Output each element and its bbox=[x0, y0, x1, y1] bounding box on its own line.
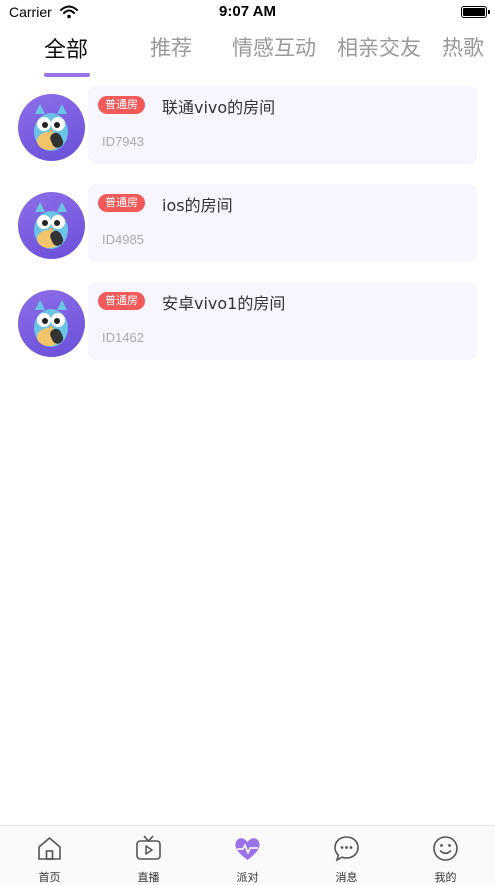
nav-label: 派对 bbox=[236, 871, 259, 884]
tab-emotional[interactable]: 情感互动 bbox=[232, 32, 316, 62]
status-bar: Carrier 9:07 AM bbox=[0, 0, 495, 26]
nav-party[interactable]: 派对 bbox=[198, 826, 297, 885]
status-time: 9:07 AM bbox=[219, 3, 276, 20]
room-type-badge: 普通房 bbox=[98, 194, 145, 212]
owl-avatar-icon[interactable] bbox=[18, 94, 85, 161]
tab-all[interactable]: 全部 bbox=[44, 32, 88, 64]
nav-label: 首页 bbox=[38, 871, 61, 884]
nav-messages[interactable]: 消息 bbox=[297, 826, 396, 885]
tab-recommend[interactable]: 推荐 bbox=[150, 32, 192, 62]
room-type-badge: 普通房 bbox=[98, 96, 145, 114]
chat-bubble-icon bbox=[334, 836, 359, 862]
room-card[interactable]: 普通房 ios的房间 ID4985 bbox=[88, 184, 477, 262]
nav-label: 消息 bbox=[335, 871, 358, 884]
room-name: ios的房间 bbox=[162, 196, 233, 215]
heart-pulse-icon bbox=[235, 838, 260, 860]
room-name: 联通vivo的房间 bbox=[162, 98, 276, 117]
category-tabs: 全部 推荐 情感互动 相亲交友 热歌 bbox=[0, 30, 495, 78]
home-icon bbox=[38, 837, 61, 860]
nav-label: 我的 bbox=[434, 871, 457, 884]
room-id: ID1462 bbox=[102, 330, 144, 345]
tab-dating[interactable]: 相亲交友 bbox=[337, 32, 421, 62]
room-card[interactable]: 普通房 联通vivo的房间 ID7943 bbox=[88, 86, 477, 164]
nav-home[interactable]: 首页 bbox=[0, 826, 99, 885]
room-type-badge: 普通房 bbox=[98, 292, 145, 310]
bottom-nav: 首页 直播 派对 消息 我的 bbox=[0, 825, 495, 885]
tab-indicator bbox=[44, 73, 90, 77]
tab-hot-songs[interactable]: 热歌 bbox=[442, 32, 484, 62]
room-id: ID4985 bbox=[102, 232, 144, 247]
nav-live[interactable]: 直播 bbox=[99, 826, 198, 885]
room-name: 安卓vivo1的房间 bbox=[162, 294, 286, 313]
room-id: ID7943 bbox=[102, 134, 144, 149]
smiley-icon bbox=[433, 836, 458, 861]
owl-avatar-icon[interactable] bbox=[18, 290, 85, 357]
nav-label: 直播 bbox=[137, 871, 160, 884]
nav-profile[interactable]: 我的 bbox=[396, 826, 495, 885]
owl-avatar-icon[interactable] bbox=[18, 192, 85, 259]
tv-play-icon bbox=[136, 835, 161, 860]
room-card[interactable]: 普通房 安卓vivo1的房间 ID1462 bbox=[88, 282, 477, 360]
battery-icon bbox=[461, 6, 490, 18]
